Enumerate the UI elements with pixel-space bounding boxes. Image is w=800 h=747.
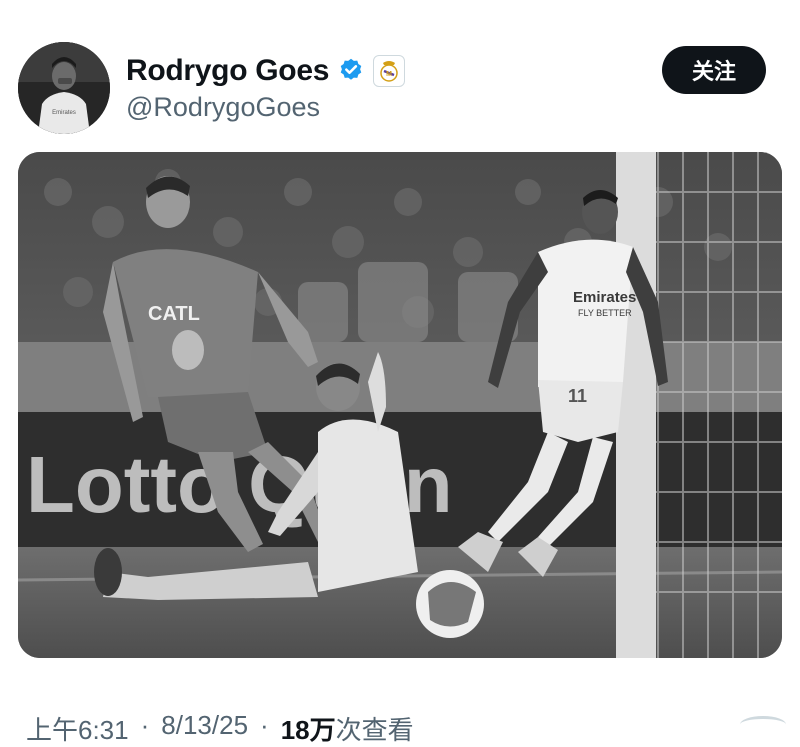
shirt-number: 11 [568, 386, 587, 406]
shirt-sponsor-right: Emirates [573, 289, 636, 306]
real-madrid-crest-icon[interactable]: M [373, 55, 406, 87]
verified-badge-icon [337, 57, 365, 85]
avatar[interactable]: Emirates [18, 42, 110, 134]
views-label: 次查看 [335, 715, 414, 745]
user-handle[interactable]: @RodrygoGoes [126, 92, 320, 123]
svg-text:Emirates: Emirates [52, 110, 76, 116]
follow-button[interactable]: 关注 [662, 46, 766, 94]
shirt-sponsor-left: CATL [148, 303, 200, 325]
display-name[interactable]: Rodrygo Goes [126, 54, 329, 88]
shirt-sponsor-right-sub: FLY BETTER [578, 308, 632, 318]
views-count: 18万 [280, 715, 336, 745]
more-icon[interactable] [740, 716, 786, 733]
tweet-photo[interactable]: Lotto Quen CATL Emirates FLY BETTER 11 [18, 152, 782, 658]
svg-text:M: M [386, 71, 392, 78]
